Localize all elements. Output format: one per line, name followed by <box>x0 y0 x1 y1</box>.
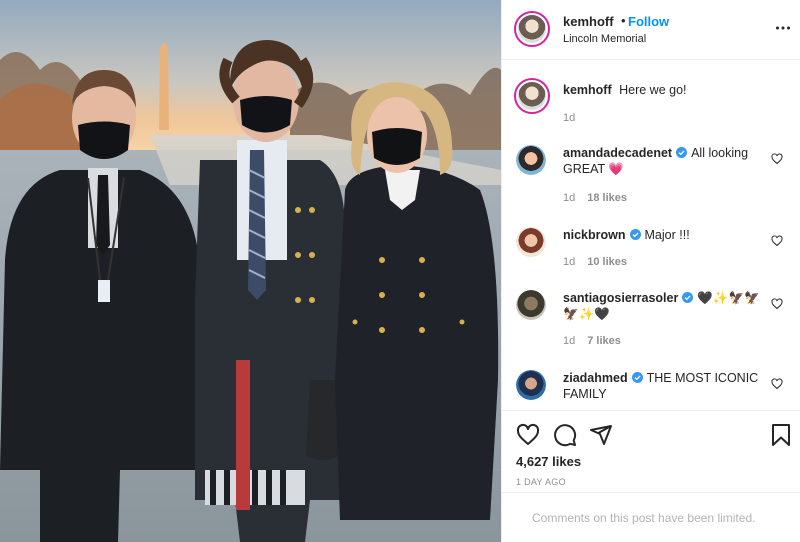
comment-age[interactable]: 1d <box>563 256 575 268</box>
comment-body: amandadecadenet All looking GREAT 💗 <box>563 145 763 177</box>
caption-username[interactable]: kemhoff <box>563 83 612 97</box>
comment-username[interactable]: amandadecadenet <box>563 146 672 160</box>
caption-text: Here we go! <box>619 83 687 97</box>
comments-limited-text: Comments on this post have been limited. <box>532 511 756 525</box>
avatar[interactable] <box>514 11 550 47</box>
comment-avatar[interactable] <box>516 145 546 175</box>
comment-like-heart-icon[interactable] <box>771 235 783 247</box>
bookmark-icon[interactable] <box>769 423 793 447</box>
comment-body: santiagosierrasoler 🖤✨🦅🦅🦅✨🖤 <box>563 290 763 322</box>
header-username[interactable]: kemhoff <box>563 14 614 29</box>
comment-meta: 1d 10 likes <box>563 256 627 268</box>
caption-avatar[interactable] <box>514 78 550 114</box>
comment-username[interactable]: nickbrown <box>563 228 626 242</box>
comment-likes[interactable]: 7 likes <box>587 335 621 347</box>
comment-avatar[interactable] <box>516 290 546 320</box>
more-horizontal-icon[interactable] <box>775 20 791 36</box>
post-date[interactable]: 1 DAY AGO <box>516 477 566 487</box>
verified-badge-icon <box>631 372 643 383</box>
likes-count[interactable]: 4,627 likes <box>516 454 581 469</box>
comment-body: nickbrown Major !!! <box>563 227 763 243</box>
comment-meta: 1d 7 likes <box>563 335 621 347</box>
instagram-post: kemhoff • Follow Lincoln Memorial kemhof… <box>0 0 800 542</box>
comment-like-heart-icon[interactable] <box>771 298 783 310</box>
caption-meta: 1d <box>563 112 575 124</box>
post-photo[interactable] <box>0 0 501 542</box>
verified-badge-icon <box>629 229 641 240</box>
comment-username[interactable]: santiagosierrasoler <box>563 291 678 305</box>
comments-list[interactable]: kemhoff Here we go! 1d amandadecadenet Al… <box>502 61 800 410</box>
verified-badge-icon <box>676 147 688 158</box>
heart-icon[interactable] <box>516 423 540 447</box>
header-separator: • <box>621 13 626 28</box>
post-sidebar: kemhoff • Follow Lincoln Memorial kemhof… <box>501 0 800 542</box>
comment-text: Major !!! <box>644 228 690 242</box>
post-actions: 4,627 likes 1 DAY AGO <box>502 410 800 492</box>
follow-button[interactable]: Follow <box>628 14 669 29</box>
comment-like-heart-icon[interactable] <box>771 153 783 165</box>
comment-age[interactable]: 1d <box>563 335 575 347</box>
comment-like-heart-icon[interactable] <box>771 378 783 390</box>
comment-username[interactable]: ziadahmed <box>563 371 628 385</box>
caption-body: kemhoff Here we go! <box>563 82 763 98</box>
comment-avatar[interactable] <box>516 227 546 257</box>
share-icon[interactable] <box>589 423 613 447</box>
comment-meta: 1d 18 likes <box>563 192 627 204</box>
comment-likes[interactable]: 18 likes <box>587 192 627 204</box>
caption-age[interactable]: 1d <box>563 112 575 124</box>
comment-likes[interactable]: 10 likes <box>587 256 627 268</box>
comments-limited-notice: Comments on this post have been limited. <box>502 492 800 542</box>
verified-badge-icon <box>682 292 694 303</box>
comment-icon[interactable] <box>553 423 577 447</box>
photo-illustration <box>0 0 501 542</box>
post-header: kemhoff • Follow Lincoln Memorial <box>502 0 800 60</box>
comment-age[interactable]: 1d <box>563 192 575 204</box>
comment-avatar[interactable] <box>516 370 546 400</box>
location-link[interactable]: Lincoln Memorial <box>563 33 646 45</box>
comment-body: ziadahmed THE MOST ICONIC FAMILY <box>563 370 763 402</box>
